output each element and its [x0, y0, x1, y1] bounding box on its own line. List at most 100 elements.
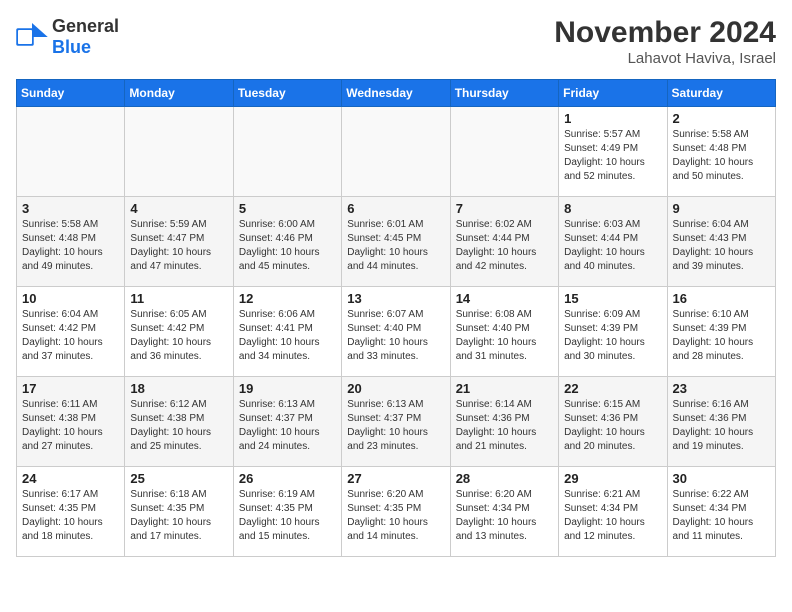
day-number: 12	[239, 291, 336, 306]
week-row-1: 1 Sunrise: 5:57 AM Sunset: 4:49 PM Daylig…	[17, 107, 776, 197]
calendar-cell	[125, 107, 233, 197]
day-number: 13	[347, 291, 444, 306]
title-area: November 2024 Lahavot Haviva, Israel	[554, 16, 776, 67]
day-header-thursday: Thursday	[450, 80, 558, 107]
cell-info: Sunrise: 6:10 AM Sunset: 4:39 PM Dayligh…	[673, 308, 770, 364]
day-number: 20	[347, 381, 444, 396]
calendar-cell: 27 Sunrise: 6:20 AM Sunset: 4:35 PM Dayli…	[342, 467, 450, 557]
cell-info: Sunrise: 6:16 AM Sunset: 4:36 PM Dayligh…	[673, 398, 770, 454]
logo-blue: Blue	[52, 37, 91, 57]
day-header-tuesday: Tuesday	[233, 80, 341, 107]
week-row-5: 24 Sunrise: 6:17 AM Sunset: 4:35 PM Dayli…	[17, 467, 776, 557]
calendar-cell: 24 Sunrise: 6:17 AM Sunset: 4:35 PM Dayli…	[17, 467, 125, 557]
calendar-cell	[233, 107, 341, 197]
calendar-cell: 6 Sunrise: 6:01 AM Sunset: 4:45 PM Daylig…	[342, 197, 450, 287]
calendar-cell: 18Sunrise: 6:12 AM Sunset: 4:38 PM Dayli…	[125, 377, 233, 467]
logo-general: General	[52, 16, 119, 36]
calendar-cell: 23 Sunrise: 6:16 AM Sunset: 4:36 PM Dayli…	[667, 377, 775, 467]
cell-info: Sunrise: 6:08 AM Sunset: 4:40 PM Dayligh…	[456, 308, 553, 364]
calendar-cell: 17 Sunrise: 6:11 AM Sunset: 4:38 PM Dayli…	[17, 377, 125, 467]
day-number: 8	[564, 201, 661, 216]
day-number: 2	[673, 111, 770, 126]
week-row-3: 10 Sunrise: 6:04 AM Sunset: 4:42 PM Dayli…	[17, 287, 776, 377]
day-header-sunday: Sunday	[17, 80, 125, 107]
week-row-2: 3Sunrise: 5:58 AM Sunset: 4:48 PM Daylig…	[17, 197, 776, 287]
calendar-cell: 30 Sunrise: 6:22 AM Sunset: 4:34 PM Dayli…	[667, 467, 775, 557]
day-number: 23	[673, 381, 770, 396]
cell-info: Sunrise: 5:59 AM Sunset: 4:47 PM Dayligh…	[130, 218, 227, 274]
cell-info: Sunrise: 6:01 AM Sunset: 4:45 PM Dayligh…	[347, 218, 444, 274]
calendar-cell: 26Sunrise: 6:19 AM Sunset: 4:35 PM Dayli…	[233, 467, 341, 557]
cell-info: Sunrise: 6:14 AM Sunset: 4:36 PM Dayligh…	[456, 398, 553, 454]
day-header-wednesday: Wednesday	[342, 80, 450, 107]
calendar-cell: 14 Sunrise: 6:08 AM Sunset: 4:40 PM Dayli…	[450, 287, 558, 377]
calendar-cell: 15Sunrise: 6:09 AM Sunset: 4:39 PM Dayli…	[559, 287, 667, 377]
calendar-cell: 1 Sunrise: 5:57 AM Sunset: 4:49 PM Daylig…	[559, 107, 667, 197]
day-number: 16	[673, 291, 770, 306]
cell-info: Sunrise: 6:22 AM Sunset: 4:34 PM Dayligh…	[673, 488, 770, 544]
calendar-cell: 13 Sunrise: 6:07 AM Sunset: 4:40 PM Dayli…	[342, 287, 450, 377]
cell-info: Sunrise: 5:57 AM Sunset: 4:49 PM Dayligh…	[564, 128, 661, 184]
day-number: 28	[456, 471, 553, 486]
calendar-cell: 28Sunrise: 6:20 AM Sunset: 4:34 PM Dayli…	[450, 467, 558, 557]
cell-info: Sunrise: 6:03 AM Sunset: 4:44 PM Dayligh…	[564, 218, 661, 274]
cell-info: Sunrise: 6:15 AM Sunset: 4:36 PM Dayligh…	[564, 398, 661, 454]
day-header-friday: Friday	[559, 80, 667, 107]
calendar-cell: 2 Sunrise: 5:58 AM Sunset: 4:48 PM Daylig…	[667, 107, 775, 197]
main-title: November 2024	[554, 16, 776, 50]
calendar-cell: 16 Sunrise: 6:10 AM Sunset: 4:39 PM Dayli…	[667, 287, 775, 377]
cell-info: Sunrise: 6:05 AM Sunset: 4:42 PM Dayligh…	[130, 308, 227, 364]
calendar-cell	[450, 107, 558, 197]
cell-info: Sunrise: 6:17 AM Sunset: 4:35 PM Dayligh…	[22, 488, 119, 544]
cell-info: Sunrise: 6:02 AM Sunset: 4:44 PM Dayligh…	[456, 218, 553, 274]
calendar-cell: 21Sunrise: 6:14 AM Sunset: 4:36 PM Dayli…	[450, 377, 558, 467]
calendar-cell: 25Sunrise: 6:18 AM Sunset: 4:35 PM Dayli…	[125, 467, 233, 557]
calendar-cell: 20 Sunrise: 6:13 AM Sunset: 4:37 PM Dayli…	[342, 377, 450, 467]
day-header-monday: Monday	[125, 80, 233, 107]
calendar-cell: 22 Sunrise: 6:15 AM Sunset: 4:36 PM Dayli…	[559, 377, 667, 467]
cell-info: Sunrise: 6:19 AM Sunset: 4:35 PM Dayligh…	[239, 488, 336, 544]
cell-info: Sunrise: 6:06 AM Sunset: 4:41 PM Dayligh…	[239, 308, 336, 364]
cell-info: Sunrise: 6:11 AM Sunset: 4:38 PM Dayligh…	[22, 398, 119, 454]
cell-info: Sunrise: 6:20 AM Sunset: 4:35 PM Dayligh…	[347, 488, 444, 544]
day-number: 5	[239, 201, 336, 216]
cell-info: Sunrise: 6:13 AM Sunset: 4:37 PM Dayligh…	[239, 398, 336, 454]
calendar-cell: 12 Sunrise: 6:06 AM Sunset: 4:41 PM Dayli…	[233, 287, 341, 377]
cell-info: Sunrise: 6:04 AM Sunset: 4:42 PM Dayligh…	[22, 308, 119, 364]
calendar-cell: 3Sunrise: 5:58 AM Sunset: 4:48 PM Daylig…	[17, 197, 125, 287]
calendar-cell: 8 Sunrise: 6:03 AM Sunset: 4:44 PM Daylig…	[559, 197, 667, 287]
day-number: 6	[347, 201, 444, 216]
cell-info: Sunrise: 5:58 AM Sunset: 4:48 PM Dayligh…	[673, 128, 770, 184]
calendar-header: SundayMondayTuesdayWednesdayThursdayFrid…	[17, 80, 776, 107]
calendar-cell	[342, 107, 450, 197]
calendar-cell: 5 Sunrise: 6:00 AM Sunset: 4:46 PM Daylig…	[233, 197, 341, 287]
day-number: 30	[673, 471, 770, 486]
calendar-cell: 9Sunrise: 6:04 AM Sunset: 4:43 PM Daylig…	[667, 197, 775, 287]
day-number: 18	[130, 381, 227, 396]
calendar-cell	[17, 107, 125, 197]
calendar-cell: 10 Sunrise: 6:04 AM Sunset: 4:42 PM Dayli…	[17, 287, 125, 377]
week-row-4: 17 Sunrise: 6:11 AM Sunset: 4:38 PM Dayli…	[17, 377, 776, 467]
calendar-cell: 29Sunrise: 6:21 AM Sunset: 4:34 PM Dayli…	[559, 467, 667, 557]
day-number: 17	[22, 381, 119, 396]
subtitle: Lahavot Haviva, Israel	[554, 50, 776, 67]
calendar-table: SundayMondayTuesdayWednesdayThursdayFrid…	[16, 79, 776, 557]
cell-info: Sunrise: 6:07 AM Sunset: 4:40 PM Dayligh…	[347, 308, 444, 364]
day-number: 1	[564, 111, 661, 126]
day-number: 14	[456, 291, 553, 306]
day-number: 25	[130, 471, 227, 486]
day-number: 22	[564, 381, 661, 396]
day-number: 7	[456, 201, 553, 216]
day-number: 24	[22, 471, 119, 486]
day-number: 4	[130, 201, 227, 216]
day-number: 27	[347, 471, 444, 486]
logo-icon	[16, 23, 48, 51]
cell-info: Sunrise: 6:13 AM Sunset: 4:37 PM Dayligh…	[347, 398, 444, 454]
day-number: 11	[130, 291, 227, 306]
cell-info: Sunrise: 5:58 AM Sunset: 4:48 PM Dayligh…	[22, 218, 119, 274]
cell-info: Sunrise: 6:00 AM Sunset: 4:46 PM Dayligh…	[239, 218, 336, 274]
day-number: 29	[564, 471, 661, 486]
day-number: 10	[22, 291, 119, 306]
day-number: 19	[239, 381, 336, 396]
logo: General Blue	[16, 16, 119, 58]
